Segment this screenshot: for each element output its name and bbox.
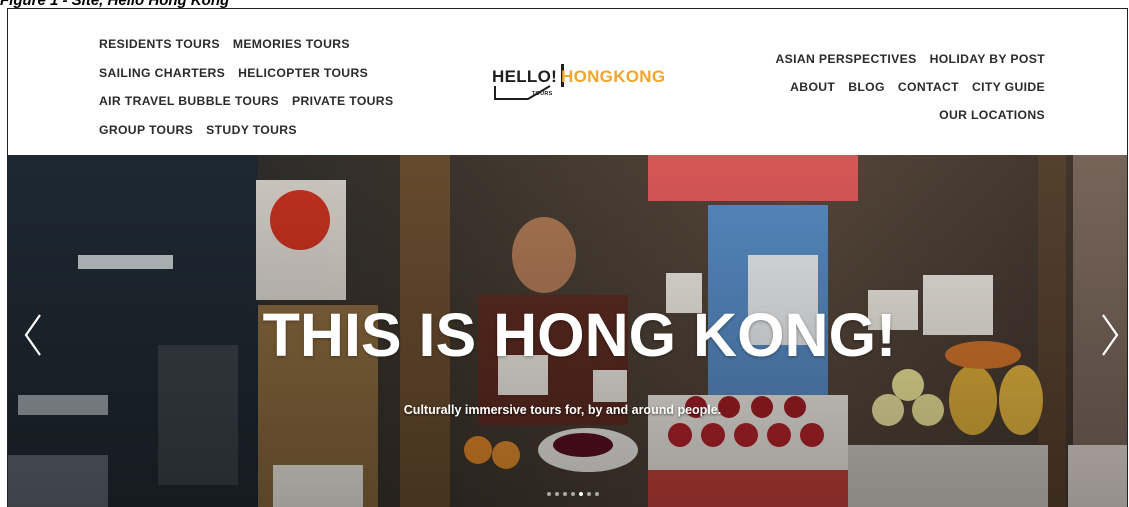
- prev-slide-button[interactable]: [22, 313, 44, 357]
- nav-contact[interactable]: CONTACT: [898, 80, 959, 108]
- nav-row: AIR TRAVEL BUBBLE TOURS PRIVATE TOURS: [99, 94, 393, 123]
- nav-group-tours[interactable]: GROUP TOURS: [99, 123, 193, 152]
- nav-row: SAILING CHARTERS HELICOPTER TOURS: [99, 66, 393, 95]
- browser-viewport: RESIDENTS TOURS MEMORIES TOURS SAILING C…: [7, 8, 1128, 507]
- hero-slider: THIS IS HONG KONG! Culturally immersive …: [8, 155, 1127, 507]
- nav-memories-tours[interactable]: MEMORIES TOURS: [233, 37, 350, 66]
- slide-dot[interactable]: [563, 492, 567, 496]
- nav-city-guide[interactable]: CITY GUIDE: [972, 80, 1045, 108]
- nav-our-locations[interactable]: OUR LOCATIONS: [939, 108, 1045, 136]
- slide-dot[interactable]: [547, 492, 551, 496]
- slide-dot[interactable]: [587, 492, 591, 496]
- nav-sailing-charters[interactable]: SAILING CHARTERS: [99, 66, 225, 95]
- chevron-left-icon: [24, 314, 41, 356]
- slide-dot[interactable]: [571, 492, 575, 496]
- nav-asian-perspectives[interactable]: ASIAN PERSPECTIVES: [776, 52, 917, 80]
- logo-tours-text: TOURS: [532, 91, 553, 97]
- nav-private-tours[interactable]: PRIVATE TOURS: [292, 94, 393, 123]
- nav-row: ABOUT BLOG CONTACT CITY GUIDE: [776, 80, 1046, 108]
- chevron-right-icon: [1102, 314, 1119, 356]
- slide-dot[interactable]: [555, 492, 559, 496]
- logo-hongkong-text: HONGKONG: [561, 67, 666, 86]
- nav-residents-tours[interactable]: RESIDENTS TOURS: [99, 37, 220, 66]
- nav-air-travel-bubble-tours[interactable]: AIR TRAVEL BUBBLE TOURS: [99, 94, 279, 123]
- nav-study-tours[interactable]: STUDY TOURS: [206, 123, 297, 152]
- nav-row: GROUP TOURS STUDY TOURS: [99, 123, 393, 152]
- nav-blog[interactable]: BLOG: [848, 80, 885, 108]
- slide-dot[interactable]: [579, 492, 583, 496]
- hero-subtitle: Culturally immersive tours for, by and a…: [403, 403, 722, 417]
- primary-nav: RESIDENTS TOURS MEMORIES TOURS SAILING C…: [99, 37, 393, 151]
- hero-title: THIS IS HONG KONG!: [262, 301, 897, 369]
- nav-about[interactable]: ABOUT: [790, 80, 835, 108]
- nav-row: RESIDENTS TOURS MEMORIES TOURS: [99, 37, 393, 66]
- secondary-nav: ASIAN PERSPECTIVES HOLIDAY BY POST ABOUT…: [776, 52, 1046, 136]
- nav-row: ASIAN PERSPECTIVES HOLIDAY BY POST: [776, 52, 1046, 80]
- site-header: RESIDENTS TOURS MEMORIES TOURS SAILING C…: [8, 9, 1127, 155]
- figure-caption: Figure 1 - Site, Hello Hong Kong: [0, 0, 230, 9]
- slide-indicators: [547, 492, 599, 496]
- site-logo[interactable]: HELLO! HONGKONG TOURS: [492, 64, 666, 114]
- nav-helicopter-tours[interactable]: HELICOPTER TOURS: [238, 66, 368, 95]
- slide-dot[interactable]: [595, 492, 599, 496]
- nav-holiday-by-post[interactable]: HOLIDAY BY POST: [930, 52, 1045, 80]
- next-slide-button[interactable]: [1099, 313, 1121, 357]
- logo-hello-text: HELLO!: [492, 67, 558, 86]
- nav-row: OUR LOCATIONS: [776, 108, 1046, 136]
